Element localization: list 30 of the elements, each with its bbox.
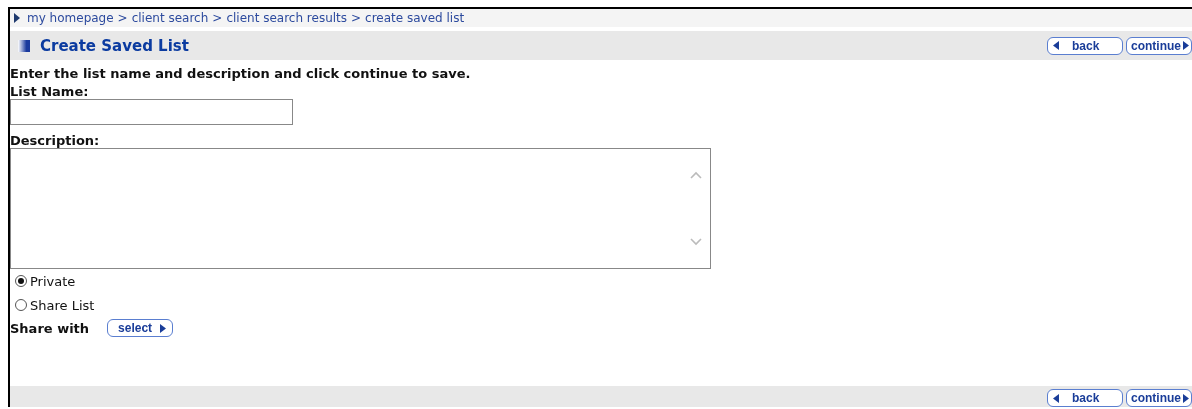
scroll-down-icon [690, 238, 702, 246]
breadcrumb-link[interactable]: client search results [226, 11, 348, 25]
description-label: Description: [10, 133, 101, 148]
list-name-label: List Name: [10, 84, 90, 99]
breadcrumb-separator: > [212, 11, 223, 25]
instructions: Enter the list name and description and click continue to save. [10, 66, 472, 81]
right-triangle-icon [160, 323, 167, 333]
right-triangle-icon [1183, 41, 1189, 50]
right-triangle-icon [1183, 393, 1189, 403]
scroll-up-icon [690, 171, 702, 179]
breadcrumb-separator: > [351, 11, 362, 25]
left-triangle-icon [1053, 41, 1059, 50]
back-button[interactable]: back [1047, 36, 1123, 55]
radio-label: Share List [30, 297, 95, 313]
back-button[interactable]: back [1047, 389, 1123, 407]
left-triangle-icon [1053, 393, 1059, 403]
list-name-field[interactable] [10, 99, 293, 125]
description-field[interactable] [10, 148, 711, 269]
breadcrumb-link[interactable]: client search [131, 11, 209, 25]
select-button[interactable]: select [107, 319, 174, 337]
page-title: Create Saved List [40, 36, 189, 55]
radio-label: Private [30, 273, 76, 289]
breadcrumb-separator: > [117, 11, 128, 25]
gradient-square-icon [18, 39, 30, 52]
continue-button[interactable]: continue [1126, 389, 1192, 407]
share-with-label: Share with [10, 320, 90, 336]
breadcrumb-link[interactable]: create saved list [365, 11, 465, 25]
breadcrumb-link[interactable]: my homepage [27, 11, 114, 25]
right-triangle-icon [14, 13, 20, 23]
continue-button[interactable]: continue [1126, 36, 1192, 55]
